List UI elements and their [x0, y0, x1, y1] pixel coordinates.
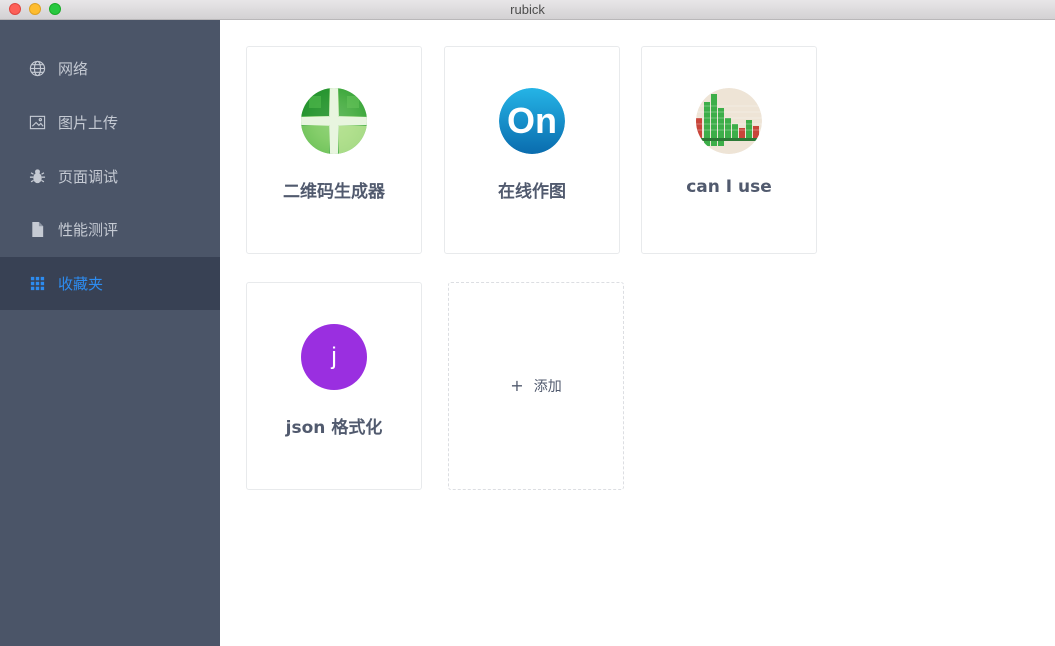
card-label: 在线作图 — [498, 182, 566, 202]
qrcode-generator-icon — [301, 88, 367, 154]
avatar-letter: j — [331, 343, 337, 370]
sidebar-item-performance[interactable]: 性能测评 — [0, 203, 220, 256]
bug-icon — [28, 168, 46, 186]
json-avatar-icon: j — [301, 324, 367, 390]
plus-icon: + — [510, 376, 524, 395]
sidebar-item-favorites[interactable]: 收藏夹 — [0, 257, 220, 310]
sidebar-item-network[interactable]: 网络 — [0, 42, 220, 95]
image-icon — [28, 114, 46, 132]
favorite-card-qrcode[interactable]: 二维码生成器 — [246, 46, 422, 254]
sidebar-item-label: 图片上传 — [58, 114, 119, 132]
file-icon — [28, 221, 46, 239]
on-logo-text: On — [507, 100, 557, 141]
caniuse-icon — [696, 88, 762, 154]
sidebar: 网络 图片上传 页面调试 性能测评 收藏夹 — [0, 20, 220, 646]
add-favorite-button[interactable]: + 添加 — [448, 282, 624, 490]
title-bar: rubick — [0, 0, 1055, 20]
grid-icon — [28, 275, 46, 293]
favorite-card-caniuse[interactable]: can I use — [641, 46, 817, 254]
sidebar-item-page-debug[interactable]: 页面调试 — [0, 150, 220, 203]
favorite-card-json-formatter[interactable]: j json 格式化 — [246, 282, 422, 490]
globe-icon — [28, 60, 46, 78]
sidebar-item-label: 性能测评 — [58, 221, 119, 239]
sidebar-item-label: 收藏夹 — [58, 275, 104, 293]
window-title: rubick — [510, 2, 545, 17]
add-favorite-content: + 添加 — [449, 376, 623, 396]
sidebar-item-image-upload[interactable]: 图片上传 — [0, 96, 220, 149]
favorites-panel: 二维码生成器 On 在线作图 can I use j json 格式化 + 添加 — [220, 20, 1055, 646]
card-label: can I use — [686, 177, 772, 197]
favorite-card-online-drawing[interactable]: On 在线作图 — [444, 46, 620, 254]
card-label: json 格式化 — [285, 418, 383, 438]
on-logo-icon: On — [499, 88, 565, 154]
card-label: 二维码生成器 — [283, 182, 385, 202]
add-label: 添加 — [533, 379, 562, 395]
sidebar-item-label: 网络 — [58, 60, 89, 78]
sidebar-item-label: 页面调试 — [58, 168, 119, 186]
